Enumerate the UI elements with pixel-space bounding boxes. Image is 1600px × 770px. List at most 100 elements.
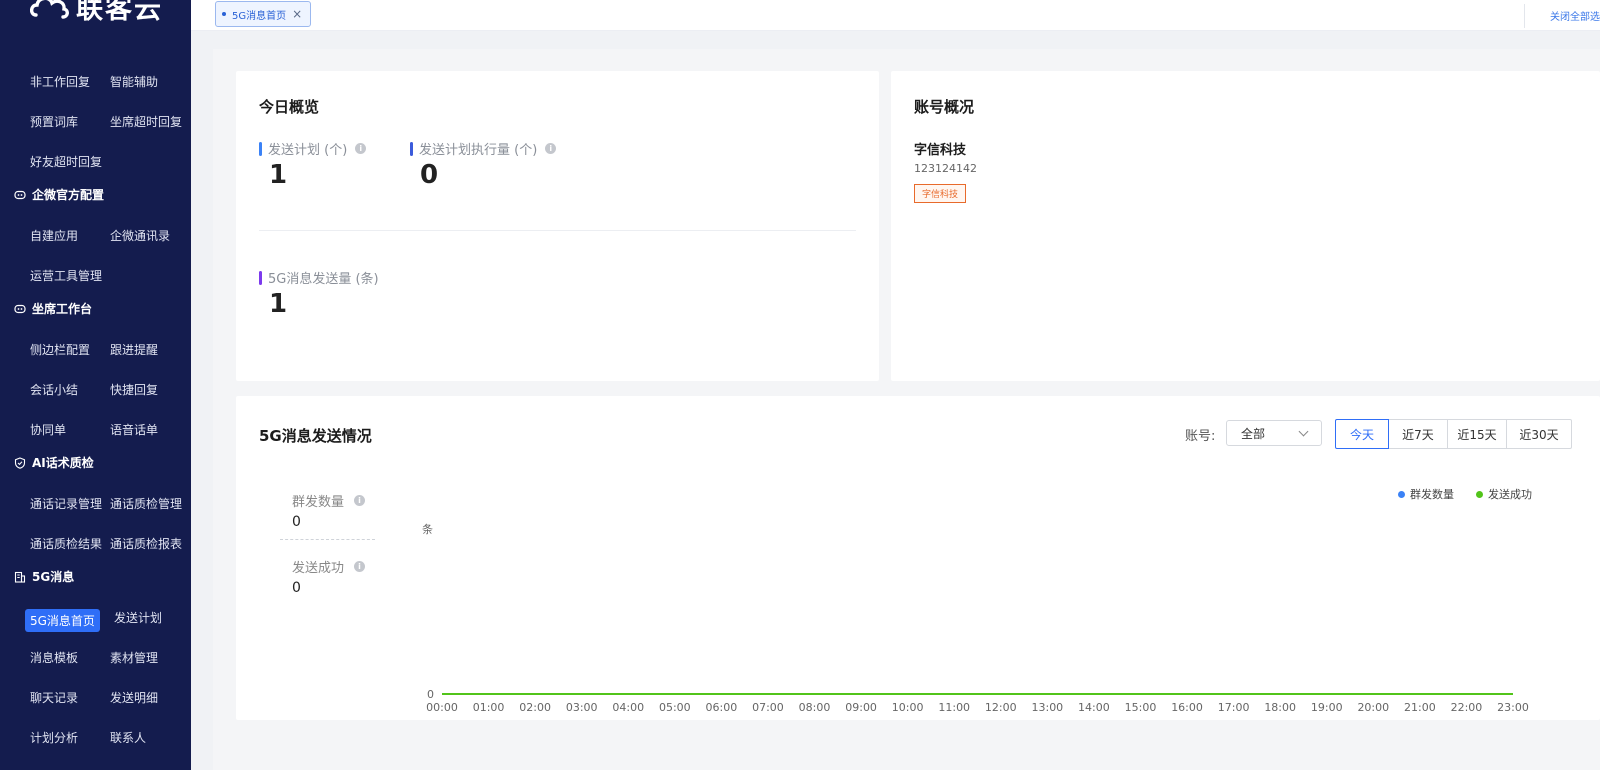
sidebar-item[interactable]: 计划分析 [30,729,110,746]
sidebar-group-header[interactable]: AI话术质检 [14,454,94,471]
nav-row: 运营工具管理 [30,267,110,284]
nav-row: 协同单 语音话单 [30,421,190,438]
tab-active-dot [222,12,226,16]
card-title: 账号概况 [914,98,975,116]
y-axis-label: 条 [422,522,433,536]
cloud-logo-icon [30,0,69,19]
sidebar-group-label: 企微官方配置 [32,188,105,202]
sidebar: 联客云 非工作回复 智能辅助 预置词库 坐席超时回复 好友超时回复 企微官方配置 自建应用企… [0,0,191,770]
account-overview-card: 账号概况 字信科技 123124142 字信科技 [891,71,1600,381]
divider [1524,4,1525,28]
account-name: 字信科技 [914,143,967,158]
nav-row: 消息模板 素材管理 [30,649,190,666]
sidebar-item[interactable]: 消息模板 [30,649,110,666]
line-chart: 条 000:00 01:00 02:00 03:00 04:00 05:00 06:00 07:… [422,522,1529,714]
building-icon [14,571,26,583]
tab-5g-home[interactable]: 5G消息首页 × [215,1,312,27]
metric-send-plans: 发送计划 (个) i 1 [259,139,367,190]
sidebar-group-label: 5G消息 [32,570,75,584]
nav-row: 5G消息首页 发送计划 [25,609,191,632]
sidebar-item[interactable]: 非工作回复 [30,73,110,90]
metric-color-bar [410,141,413,156]
y-tick-label: 0 [427,688,434,701]
robot-icon [14,189,26,201]
x-tick-label: 05:00 [659,701,691,714]
x-tick-label: 23:00 [1497,701,1529,714]
sidebar-item[interactable]: 通话质检报表 [110,535,190,552]
main-content: 今日概览 发送计划 (个) i 1 发送计划执行量 (个) i 0 5G消息发送… [213,49,1600,770]
close-icon[interactable]: × [292,8,302,20]
sidebar-item[interactable]: 快捷回复 [110,381,190,398]
sidebar-item[interactable]: 预置词库 [30,113,110,130]
x-tick-label: 15:00 [1125,701,1157,714]
sidebar-item[interactable]: 通话质检管理 [110,495,190,512]
metric-5g-messages-sent: 5G消息发送量 (条) 1 [259,268,379,319]
metric-plan-executions: 发送计划执行量 (个) i 0 [410,139,557,190]
sidebar-item[interactable]: 通话质检结果 [30,535,110,552]
x-tick-label: 19:00 [1311,701,1343,714]
range-today-button[interactable]: 今天 [1335,419,1389,449]
x-tick-label: 16:00 [1171,701,1203,714]
x-tick-label: 06:00 [706,701,738,714]
top-tab-bar: 5G消息首页 × 关闭全部选 [191,0,1600,31]
nav-row: 预置词库 坐席超时回复 [30,113,190,130]
nav-row: 通话质检结果 通话质检报表 [30,535,190,552]
x-tick-label: 09:00 [845,701,877,714]
sidebar-item[interactable]: 好友超时回复 [30,153,110,170]
x-tick-label: 10:00 [892,701,924,714]
account-id: 123124142 [914,162,977,175]
sidebar-item[interactable]: 运营工具管理 [30,267,110,284]
sidebar-item[interactable]: 通话记录管理 [30,495,110,512]
shield-icon [14,456,26,469]
account-tag: 字信科技 [914,184,967,203]
sidebar-item[interactable]: 联系人 [110,729,190,746]
nav-row: 自建应用 企微通讯录 [30,227,190,244]
x-tick-label: 13:00 [1031,701,1063,714]
x-tick-label: 07:00 [752,701,784,714]
tab-label: 5G消息首页 [232,10,287,22]
sidebar-item[interactable]: 会话小结 [30,381,110,398]
sidebar-item[interactable]: 智能辅助 [110,73,190,90]
nav-row: 聊天记录 发送明细 [30,689,190,706]
sidebar-item[interactable]: 坐席超时回复 [110,113,190,130]
nav-row: 会话小结 快捷回复 [30,381,190,398]
x-tick-label: 22:00 [1451,701,1483,714]
sidebar-item[interactable]: 自建应用 [30,227,110,244]
metric-label: 发送计划执行量 (个) [419,143,538,158]
x-tick-label: 18:00 [1264,701,1296,714]
today-overview-card: 今日概览 发送计划 (个) i 1 发送计划执行量 (个) i 0 5G消息发送… [236,71,879,381]
close-all-tabs-button[interactable]: 关闭全部选 [1550,8,1600,23]
send-status-card: 5G消息发送情况 账号: 全部 今天 近7天 近15天 近30天 群发数量 i … [236,396,1600,720]
sidebar-group-header[interactable]: 坐席工作台 [14,300,92,317]
metric-value: 1 [269,289,288,319]
sidebar-item[interactable]: 5G消息首页 [25,609,100,632]
sidebar-item[interactable]: 跟进提醒 [110,341,190,358]
x-tick-label: 11:00 [938,701,970,714]
x-tick-label: 20:00 [1357,701,1389,714]
sidebar-item[interactable]: 聊天记录 [30,689,110,706]
sidebar-item[interactable]: 侧边栏配置 [30,341,110,358]
metric-color-bar [259,270,262,285]
sidebar-group-header[interactable]: 5G消息 [14,568,74,585]
sidebar-item[interactable]: 协同单 [30,421,110,438]
card-title: 今日概览 [259,98,320,116]
sidebar-item[interactable]: 素材管理 [110,649,190,666]
metric-label: 发送计划 (个) [268,143,348,158]
sidebar-item[interactable]: 发送明细 [110,689,190,706]
logo: 联客云 [30,0,163,25]
x-tick-label: 17:00 [1218,701,1250,714]
nav-row: 计划分析 联系人 [30,729,190,746]
metric-label: 5G消息发送量 (条) [268,272,379,287]
metric-value: 0 [420,160,439,190]
info-icon[interactable]: i [355,143,367,154]
sidebar-item[interactable]: 语音话单 [110,421,190,438]
sidebar-item[interactable]: 企微通讯录 [110,227,190,244]
x-tick-label: 12:00 [985,701,1017,714]
nav-row: 通话记录管理 通话质检管理 [30,495,190,512]
info-icon[interactable]: i [545,143,557,154]
x-tick-label: 21:00 [1404,701,1436,714]
metric-color-bar [259,141,262,156]
sidebar-item[interactable]: 发送计划 [114,609,191,632]
sidebar-group-header[interactable]: 企微官方配置 [14,186,104,203]
x-tick-label: 02:00 [519,701,551,714]
